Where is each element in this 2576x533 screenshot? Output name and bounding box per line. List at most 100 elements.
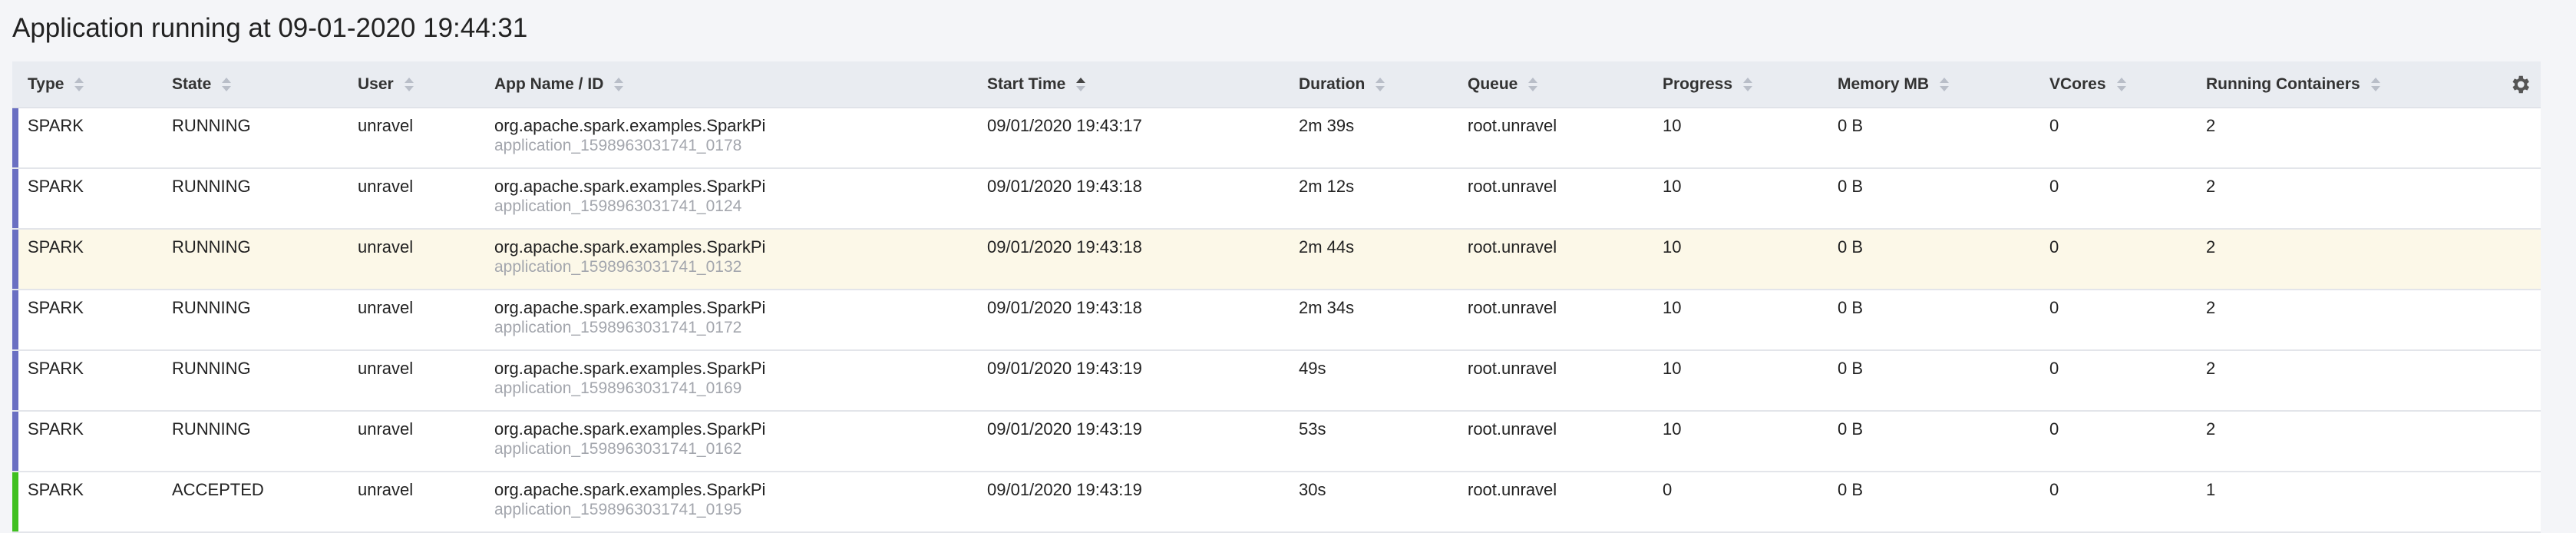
cell-duration: 30s [1299,480,1326,499]
app-name-link[interactable]: org.apache.spark.examples.SparkPi [494,359,765,378]
cell-user: unravel [358,177,414,196]
gear-icon[interactable] [2508,73,2531,96]
column-header-duration[interactable]: Duration [1299,61,1385,108]
cell-containers: 2 [2206,116,2216,135]
column-header-vcores[interactable]: VCores [2049,61,2126,108]
app-id: application_1598963031741_0132 [494,258,742,276]
table-body: SPARK RUNNING unravel 09/01/2020 19:43:17 2m… [12,108,2541,533]
cell-queue: root.unravel [1468,237,1557,257]
cell-containers: 2 [2206,298,2216,317]
state-indicator [12,412,18,471]
table-row[interactable]: SPARK RUNNING unravel 09/01/2020 19:43:19 49… [12,351,2541,412]
cell-memory: 0 B [1838,237,1864,257]
sort-icon[interactable] [222,77,232,92]
cell-vcores: 0 [2049,419,2059,439]
column-header-app[interactable]: App Name / ID [494,61,624,108]
cell-start: 09/01/2020 19:43:18 [987,298,1142,317]
table-row[interactable]: SPARK RUNNING unravel 09/01/2020 19:43:18 2m… [12,169,2541,230]
cell-user: unravel [358,480,414,499]
cell-state: RUNNING [172,298,251,317]
column-header-label: Running Containers [2206,75,2360,93]
cell-app[interactable]: org.apache.spark.examples.SparkPi applica… [494,237,765,277]
cell-duration: 49s [1299,359,1326,378]
app-name-link[interactable]: org.apache.spark.examples.SparkPi [494,419,765,439]
cell-user: unravel [358,298,414,317]
cell-vcores: 0 [2049,116,2059,135]
cell-type: SPARK [28,298,84,317]
cell-progress: 10 [1663,237,1682,257]
cell-vcores: 0 [2049,480,2059,499]
cell-duration: 2m 34s [1299,298,1355,317]
table-row[interactable]: SPARK ACCEPTED unravel 09/01/2020 19:43:19 3… [12,472,2541,533]
column-header-label: App Name / ID [494,75,604,93]
column-header-type[interactable]: Type [28,61,84,108]
cell-queue: root.unravel [1468,116,1557,135]
sort-icon[interactable] [2116,77,2126,92]
column-header-memory[interactable]: Memory MB [1838,61,1950,108]
cell-state: RUNNING [172,419,251,439]
sort-icon[interactable] [1940,77,1950,92]
cell-memory: 0 B [1838,419,1864,439]
column-header-state[interactable]: State [172,61,232,108]
cell-app[interactable]: org.apache.spark.examples.SparkPi applica… [494,419,765,459]
state-indicator [12,290,18,349]
cell-app[interactable]: org.apache.spark.examples.SparkPi applica… [494,177,765,217]
column-header-queue[interactable]: Queue [1468,61,1538,108]
table-header: Type State User App Name / ID Start Time Dura… [12,61,2541,108]
cell-vcores: 0 [2049,298,2059,317]
cell-start: 09/01/2020 19:43:19 [987,480,1142,499]
table-row[interactable]: SPARK RUNNING unravel 09/01/2020 19:43:19 53… [12,412,2541,472]
cell-vcores: 0 [2049,237,2059,257]
cell-app[interactable]: org.apache.spark.examples.SparkPi applica… [494,359,765,399]
sort-icon[interactable] [1528,77,1538,92]
column-header-label: Type [28,75,64,93]
app-id: application_1598963031741_0124 [494,197,742,215]
table-row[interactable]: SPARK RUNNING unravel 09/01/2020 19:43:18 2m… [12,290,2541,351]
sort-icon[interactable] [614,77,624,92]
sort-icon[interactable] [2370,77,2380,92]
app-name-link[interactable]: org.apache.spark.examples.SparkPi [494,116,765,135]
cell-duration: 2m 12s [1299,177,1355,196]
column-header-progress[interactable]: Progress [1663,61,1753,108]
app-name-link[interactable]: org.apache.spark.examples.SparkPi [494,177,765,196]
state-indicator [12,230,18,289]
column-header-user[interactable]: User [358,61,414,108]
cell-start: 09/01/2020 19:43:19 [987,419,1142,439]
cell-user: unravel [358,419,414,439]
cell-state: RUNNING [172,237,251,257]
app-name-link[interactable]: org.apache.spark.examples.SparkPi [494,298,765,317]
cell-app[interactable]: org.apache.spark.examples.SparkPi applica… [494,480,765,520]
page-title: Application running at 09-01-2020 19:44:… [12,13,528,43]
cell-duration: 53s [1299,419,1326,439]
cell-vcores: 0 [2049,359,2059,378]
cell-memory: 0 B [1838,298,1864,317]
sort-icon[interactable] [404,77,414,92]
state-indicator [12,169,18,228]
state-indicator [12,351,18,410]
cell-queue: root.unravel [1468,298,1557,317]
cell-queue: root.unravel [1468,177,1557,196]
sort-ascending-icon[interactable] [1076,77,1086,92]
app-name-link[interactable]: org.apache.spark.examples.SparkPi [494,237,765,257]
cell-progress: 0 [1663,480,1673,499]
column-header-label: State [172,75,212,93]
sort-icon[interactable] [74,77,84,92]
cell-type: SPARK [28,177,84,196]
column-header-label: Start Time [987,75,1066,93]
column-header-start[interactable]: Start Time [987,61,1086,108]
app-name-link[interactable]: org.apache.spark.examples.SparkPi [494,480,765,499]
table-row[interactable]: SPARK RUNNING unravel 09/01/2020 19:43:17 2m… [12,108,2541,169]
cell-progress: 10 [1663,419,1682,439]
cell-containers: 1 [2206,480,2216,499]
cell-start: 09/01/2020 19:43:18 [987,177,1142,196]
sort-icon[interactable] [1743,77,1753,92]
cell-start: 09/01/2020 19:43:17 [987,116,1142,135]
cell-app[interactable]: org.apache.spark.examples.SparkPi applica… [494,116,765,156]
sort-icon[interactable] [1376,77,1385,92]
app-id: application_1598963031741_0195 [494,501,742,518]
table-row[interactable]: SPARK RUNNING unravel 09/01/2020 19:43:18 2m… [12,230,2541,290]
column-header-containers[interactable]: Running Containers [2206,61,2380,108]
cell-progress: 10 [1663,359,1682,378]
cell-app[interactable]: org.apache.spark.examples.SparkPi applica… [494,298,765,338]
cell-type: SPARK [28,480,84,499]
